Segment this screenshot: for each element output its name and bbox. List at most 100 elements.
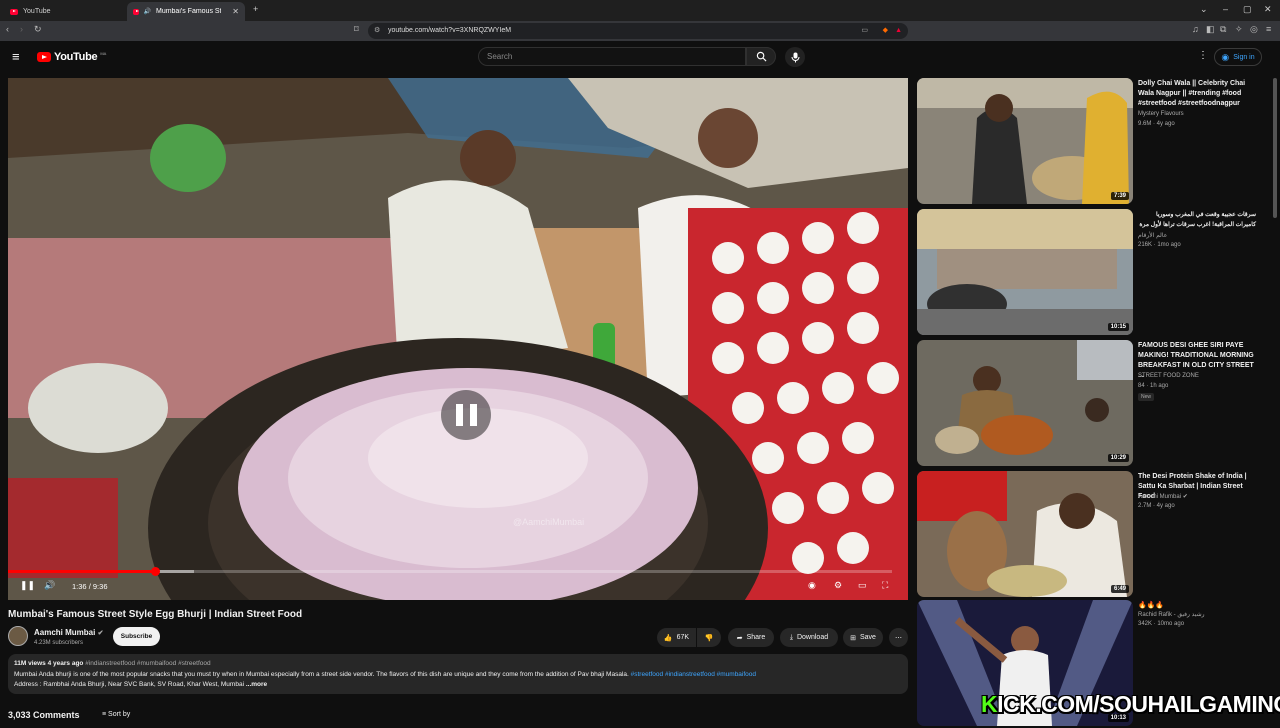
comments-count: 3,033 Comments (8, 710, 80, 720)
video-player[interactable]: @AamchiMumbai (8, 78, 908, 600)
tab-search-chevron-icon[interactable]: ⌄ (1200, 4, 1208, 15)
video-thumbnail[interactable]: 10:15 (917, 209, 1133, 335)
rec-meta: 2.7M · 4y ago (1138, 503, 1175, 509)
view-count: 11M views (14, 660, 46, 667)
settings-gear-icon[interactable]: ⚙ (834, 580, 842, 591)
speaker-icon: 🔊 (143, 9, 151, 15)
channel-name[interactable]: Aamchi Mumbai ✔ (34, 628, 103, 637)
recommendation-item[interactable]: 10:29 FAMOUS DESI GHEE SIRI PAYE MAKING!… (917, 340, 1277, 468)
youtube-header: ≡ YouTube MA Search ⋮ ◉ Sign in (0, 41, 1280, 73)
page-scrollbar[interactable] (1273, 78, 1277, 218)
hamburger-menu-icon[interactable]: ≡ (12, 49, 20, 64)
recommendation-item[interactable]: 7:39 Dolly Chai Wala || Celebrity Chai W… (917, 78, 1277, 206)
rec-title[interactable]: Dolly Chai Wala || Celebrity Chai Wala N… (1138, 79, 1256, 109)
search-button[interactable] (746, 47, 776, 66)
thumbnail-image (917, 78, 1133, 204)
download-button[interactable]: ⤓ Download (780, 628, 838, 647)
miniplayer-icon[interactable]: ▭ (858, 580, 867, 591)
description-box[interactable]: 11M views 4 years ago #indianstreetfood … (8, 654, 908, 694)
tab-close-icon[interactable]: ✕ (232, 7, 239, 16)
video-thumbnail[interactable]: 10:29 (917, 340, 1133, 466)
description-tags[interactable]: #streetfood #indianstreetfood #mumbaifoo… (631, 671, 756, 678)
rewards-icon[interactable]: ▲ (895, 23, 902, 39)
microphone-icon (791, 52, 799, 62)
media-icon[interactable]: ♫ (1192, 24, 1199, 34)
video-thumbnail[interactable]: 7:39 (917, 78, 1133, 204)
rec-channel[interactable]: Mystery Flavours (1138, 111, 1184, 117)
volume-icon[interactable]: 🔊 (44, 580, 55, 591)
rec-title[interactable]: سرقات عجيبة وقعت في المغرب وسوريا كاميرا… (1138, 210, 1256, 230)
sort-icon: ≡ (102, 711, 107, 718)
download-icon: ⤓ (789, 633, 793, 641)
new-badge: New (1138, 393, 1155, 401)
reload-icon[interactable]: ↻ (34, 24, 42, 35)
progress-bar[interactable] (8, 567, 892, 576)
rec-channel[interactable]: Aamchi Mumbai ✔ (1138, 493, 1188, 500)
vpn-icon[interactable]: ◎ (1250, 24, 1258, 35)
time-current: 1:36 (72, 582, 87, 591)
thumbnail-image (917, 209, 1133, 335)
time-display: 1:36 / 9:36 (72, 582, 108, 591)
bookmark-icon[interactable]: ⌑ (354, 24, 359, 35)
tab-youtube[interactable]: YouTube (4, 2, 57, 21)
tab-label: YouTube (23, 8, 51, 15)
browser-toolbar: ‹ › ↻ ⌑ ⚙ youtube.com/watch?v=3XNRQZWYIe… (0, 21, 1280, 41)
site-info-icon[interactable]: ⚙ (374, 23, 380, 39)
channel-avatar[interactable] (8, 626, 28, 646)
tab-label: Mumbai's Famous Street Style (155, 8, 221, 15)
cast-icon[interactable]: ▭ (861, 23, 868, 39)
recommendation-item[interactable]: 10:15 سرقات عجيبة وقعت في المغرب وسوريا … (917, 209, 1277, 337)
video-thumbnail[interactable]: 6:49 (917, 471, 1133, 597)
save-button[interactable]: ⊞ Save (843, 628, 883, 647)
pause-button[interactable]: ❚❚ (20, 580, 35, 591)
window-close-icon[interactable]: ✕ (1264, 4, 1272, 15)
search-icon (756, 51, 766, 62)
video-watermark: @AamchiMumbai (513, 517, 584, 527)
more-actions-button[interactable]: ⋯ (889, 628, 908, 647)
share-button[interactable]: ➦ Share (728, 628, 774, 647)
like-button[interactable]: 👍 67K (657, 628, 696, 647)
rec-channel[interactable]: STREET FOOD ZONE (1138, 373, 1199, 379)
address-bar[interactable]: ⚙ youtube.com/watch?v=3XNRQZWYIeM ▭ ◆ ▲ (368, 23, 908, 39)
subscriber-count: 4.23M subscribers (34, 640, 84, 646)
rec-title[interactable]: 🔥🔥🔥 (1138, 601, 1256, 611)
back-icon[interactable]: ‹ (6, 24, 9, 34)
settings-dots-icon[interactable]: ⋮ (1198, 50, 1208, 61)
more-dots-icon: ⋯ (895, 634, 902, 642)
show-more-link[interactable]: ...more (246, 681, 267, 688)
youtube-logo[interactable]: YouTube MA (37, 51, 106, 63)
leo-icon[interactable]: ✧ (1235, 24, 1243, 35)
hashtags[interactable]: #indianstreetfood #mumbaifood #streetfoo… (85, 660, 210, 667)
forward-icon[interactable]: › (20, 24, 23, 34)
tab-current-video[interactable]: 🔊 Mumbai's Famous Street Style ✕ (127, 2, 245, 21)
sort-by-button[interactable]: ≡ Sort by (102, 711, 130, 718)
brave-shield-icon[interactable]: ◆ (883, 23, 888, 39)
thumbnail-image (917, 471, 1133, 597)
sidebar-icon[interactable]: ◧ (1206, 24, 1215, 35)
extensions-icon[interactable]: ⧉ (1220, 24, 1226, 35)
browser-tab-strip: YouTube 🔊 Mumbai's Famous Street Style ✕… (0, 0, 1280, 21)
account-icon: ◉ (1221, 51, 1230, 62)
fullscreen-icon[interactable]: ⛶ (882, 580, 888, 591)
rec-channel[interactable]: عالم الأرقام (1138, 232, 1167, 239)
new-tab-icon[interactable]: + (253, 4, 258, 14)
sign-in-button[interactable]: ◉ Sign in (1214, 48, 1262, 66)
time-total: 9:36 (92, 582, 108, 591)
dislike-button[interactable]: 👎 (697, 628, 721, 647)
description-text: Mumbai Anda bhurji is one of the most po… (14, 670, 629, 678)
thumbs-up-icon: 👍 (663, 634, 673, 642)
pause-overlay-icon[interactable] (441, 390, 491, 440)
autoplay-toggle-icon[interactable]: ◉ (808, 580, 816, 591)
voice-search-button[interactable] (785, 47, 805, 67)
subscribe-button[interactable]: Subscribe (113, 627, 160, 646)
description-address: Address : Rambhai Anda Bhurji, Near SVC … (14, 681, 246, 688)
menu-icon[interactable]: ≡ (1266, 24, 1271, 34)
rec-channel[interactable]: Rachid Rafik - رشيد رفيق (1138, 611, 1205, 618)
video-duration: 7:39 (1110, 192, 1129, 200)
video-frame: @AamchiMumbai (8, 78, 908, 600)
minimize-icon[interactable]: – (1223, 4, 1228, 14)
recommendation-item[interactable]: 6:49 The Desi Protein Shake of India | S… (917, 471, 1277, 599)
maximize-icon[interactable]: ▢ (1243, 4, 1252, 15)
rec-meta: 216K · 1mo ago (1138, 242, 1181, 248)
search-input[interactable]: Search (478, 47, 746, 66)
